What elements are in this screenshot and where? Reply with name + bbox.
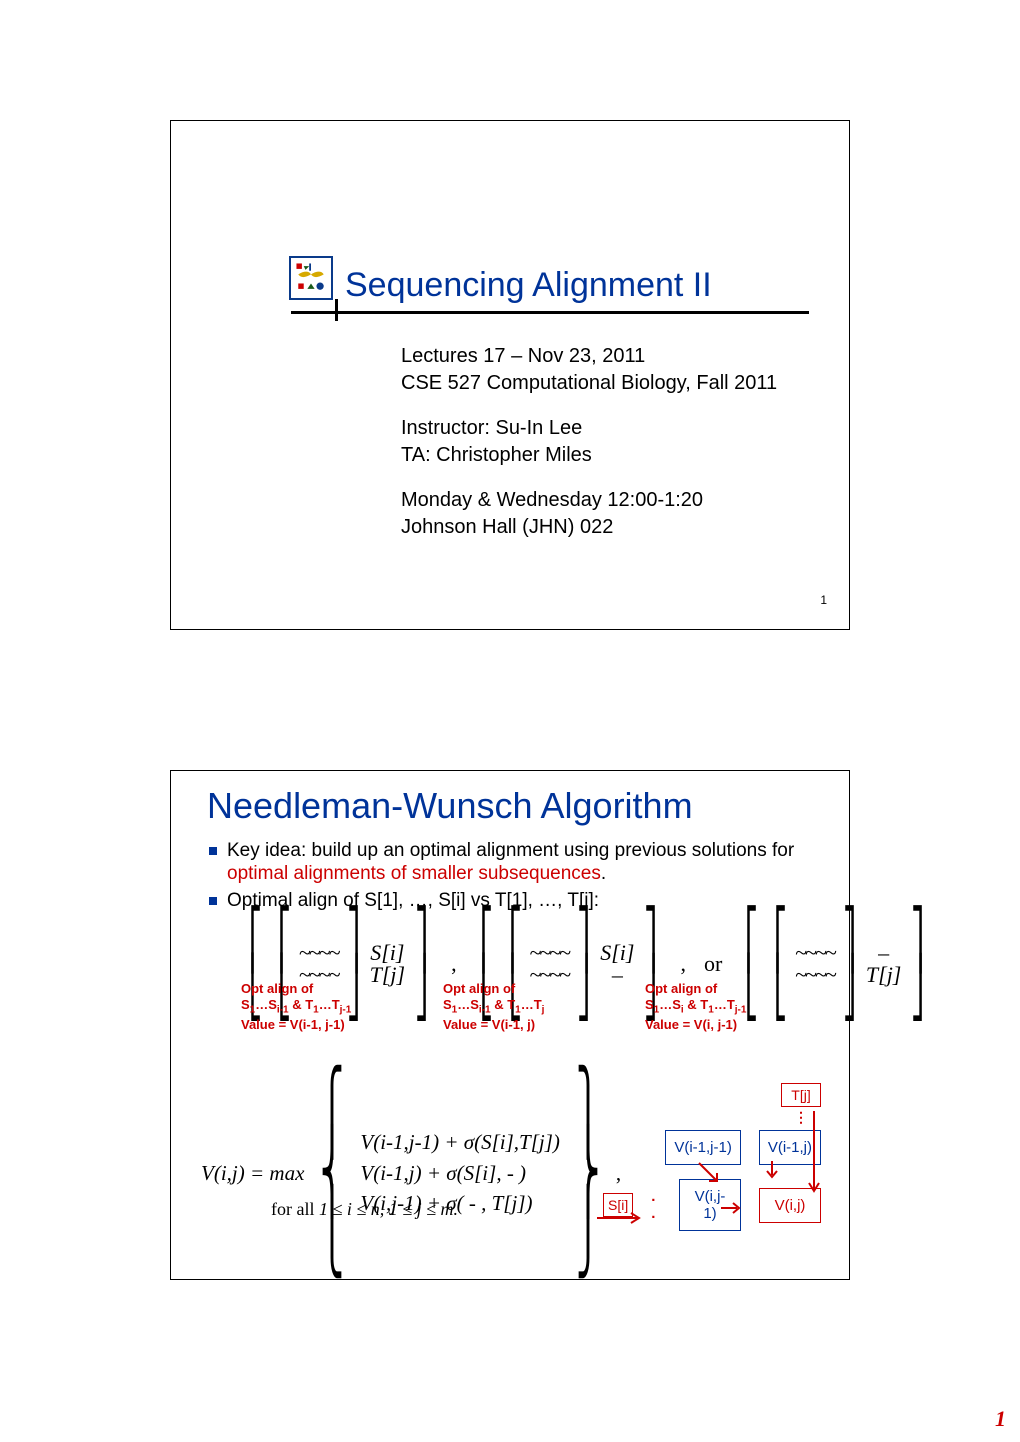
t: …T bbox=[521, 997, 542, 1012]
recurrence-formula: V(i,j) = max ⎧⎨⎩ V(i-1,j-1) + σ(S[i],T[j… bbox=[201, 1083, 621, 1263]
slide1-info: Lectures 17 – Nov 23, 2011 CSE 527 Compu… bbox=[401, 343, 777, 559]
forall-b: 1 ≤ i ≤ n, 1 ≤ j ≤ m. bbox=[319, 1199, 458, 1219]
cell-vi1j1: V(i-1,j-1) bbox=[665, 1130, 741, 1165]
t: & T bbox=[289, 997, 314, 1012]
t: & T bbox=[684, 997, 709, 1012]
si-label: S[i] bbox=[370, 942, 405, 964]
opt-label-1: Opt align of S1…Si-1 & T1…Tj-1 Value = V… bbox=[241, 981, 411, 1034]
bullet-square-icon bbox=[209, 897, 217, 905]
arrow-right-icon bbox=[721, 1201, 743, 1215]
schedule-block: Monday & Wednesday 12:00-1:20 Johnson Ha… bbox=[401, 487, 777, 541]
vij-lhs: V(i,j) = max bbox=[201, 1161, 304, 1186]
tj-label: T[j] bbox=[866, 964, 901, 986]
t: …T bbox=[319, 997, 340, 1012]
or-label: or bbox=[704, 951, 722, 977]
t: …T bbox=[714, 997, 735, 1012]
right-brace-icon: ⎫⎬⎭ bbox=[576, 1083, 600, 1263]
case-1: V(i-1,j-1) + σ(S[i],T[j]) bbox=[360, 1127, 560, 1157]
t: & T bbox=[491, 997, 516, 1012]
t: i-1 bbox=[479, 1005, 491, 1016]
dash-label: – bbox=[866, 942, 901, 964]
bullet1-part-c: . bbox=[601, 863, 606, 884]
comma: , bbox=[680, 951, 686, 977]
l1: Opt align of bbox=[241, 981, 313, 996]
left-brace-icon: ⎧⎨⎩ bbox=[320, 1083, 344, 1263]
forall-a: for all bbox=[271, 1199, 319, 1219]
right-bracket-icon: ⎤⎦ bbox=[911, 916, 924, 1012]
t: S bbox=[645, 997, 654, 1012]
option-value-labels: Opt align of S1…Si-1 & T1…Tj-1 Value = V… bbox=[241, 981, 819, 1034]
l3: Value = V(i-1, j) bbox=[443, 1017, 535, 1032]
course-name: CSE 527 Computational Biology, Fall 2011 bbox=[401, 370, 777, 397]
slide1-page-number: 1 bbox=[820, 593, 827, 607]
lecture-date: Lectures 17 – Nov 23, 2011 bbox=[401, 343, 777, 370]
arrow-diag-icon bbox=[697, 1161, 723, 1187]
bullet-1: Key idea: build up an optimal alignment … bbox=[209, 839, 819, 885]
horizontal-dots-icon: . . bbox=[651, 1188, 661, 1222]
arrow-right-long-icon bbox=[597, 1211, 645, 1225]
opt-label-2: Opt align of S1…Si-1 & T1…Tj Value = V(i… bbox=[443, 981, 613, 1034]
t: …S bbox=[659, 997, 681, 1012]
opt-label-3: Opt align of S1…Si & T1…Tj-1 Value = V(i… bbox=[645, 981, 815, 1034]
title-vertical-rule bbox=[335, 299, 338, 321]
comma: , bbox=[451, 951, 457, 977]
bullet1-part-b: optimal alignments of smaller subsequenc… bbox=[227, 863, 601, 884]
arrow-down-right-icon bbox=[805, 1111, 823, 1201]
l3: Value = V(i-1, j-1) bbox=[241, 1017, 345, 1032]
l1: Opt align of bbox=[645, 981, 717, 996]
bullet1-part-a: Key idea: build up an optimal alignment … bbox=[227, 840, 794, 861]
page-number-corner: 1 bbox=[995, 1406, 1006, 1432]
instructor-block: Instructor: Su-In Lee TA: Christopher Mi… bbox=[401, 415, 777, 469]
bullet-1-text: Key idea: build up an optimal alignment … bbox=[227, 839, 819, 885]
instructor-line: Instructor: Su-In Lee bbox=[401, 415, 777, 442]
bullet-square-icon bbox=[209, 847, 217, 855]
ta-line: TA: Christopher Miles bbox=[401, 442, 777, 469]
wave-top: ~~~~ bbox=[795, 942, 835, 964]
t: i-1 bbox=[277, 1005, 289, 1016]
dp-matrix-diagram: T[j] ⋮ V(i-1,j-1) V(i-1,j) S[i] . . V(i,… bbox=[603, 1083, 821, 1245]
t: j bbox=[542, 1005, 545, 1016]
slide1-title: Sequencing Alignment II bbox=[345, 266, 809, 305]
t: S bbox=[443, 997, 452, 1012]
case-2: V(i-1,j) + σ(S[i], - ) bbox=[360, 1158, 560, 1188]
wave-top: ~~~~ bbox=[530, 942, 570, 964]
slide-1: Sequencing Alignment II Lectures 17 – No… bbox=[170, 120, 850, 630]
schedule-line: Monday & Wednesday 12:00-1:20 bbox=[401, 487, 777, 514]
si-label: S[i] bbox=[600, 942, 634, 964]
slide-2: Needleman-Wunsch Algorithm Key idea: bui… bbox=[170, 770, 850, 1280]
l3: Value = V(i, j-1) bbox=[645, 1017, 737, 1032]
lecture-info-block: Lectures 17 – Nov 23, 2011 CSE 527 Compu… bbox=[401, 343, 777, 397]
slide1-title-wrap: Sequencing Alignment II bbox=[291, 266, 809, 314]
slide2-bullets: Key idea: build up an optimal alignment … bbox=[209, 839, 819, 917]
arrow-down-icon bbox=[765, 1161, 779, 1181]
tj-box: T[j] bbox=[781, 1083, 821, 1107]
t: …S bbox=[255, 997, 277, 1012]
t: S bbox=[241, 997, 250, 1012]
t: j-1 bbox=[340, 1005, 352, 1016]
slide2-title: Needleman-Wunsch Algorithm bbox=[207, 785, 693, 827]
t: j-1 bbox=[735, 1005, 747, 1016]
t: …S bbox=[457, 997, 479, 1012]
matrix-row-1: V(i-1,j-1) V(i-1,j) bbox=[603, 1130, 821, 1165]
forall-line: for all 1 ≤ i ≤ n, 1 ≤ j ≤ m. bbox=[271, 1199, 458, 1220]
right-bracket-icon: ⎤⎦ bbox=[843, 916, 856, 1012]
page: Sequencing Alignment II Lectures 17 – No… bbox=[0, 0, 1020, 1442]
l1: Opt align of bbox=[443, 981, 515, 996]
wave-top: ~~~~ bbox=[299, 942, 339, 964]
location-line: Johnson Hall (JHN) 022 bbox=[401, 514, 777, 541]
